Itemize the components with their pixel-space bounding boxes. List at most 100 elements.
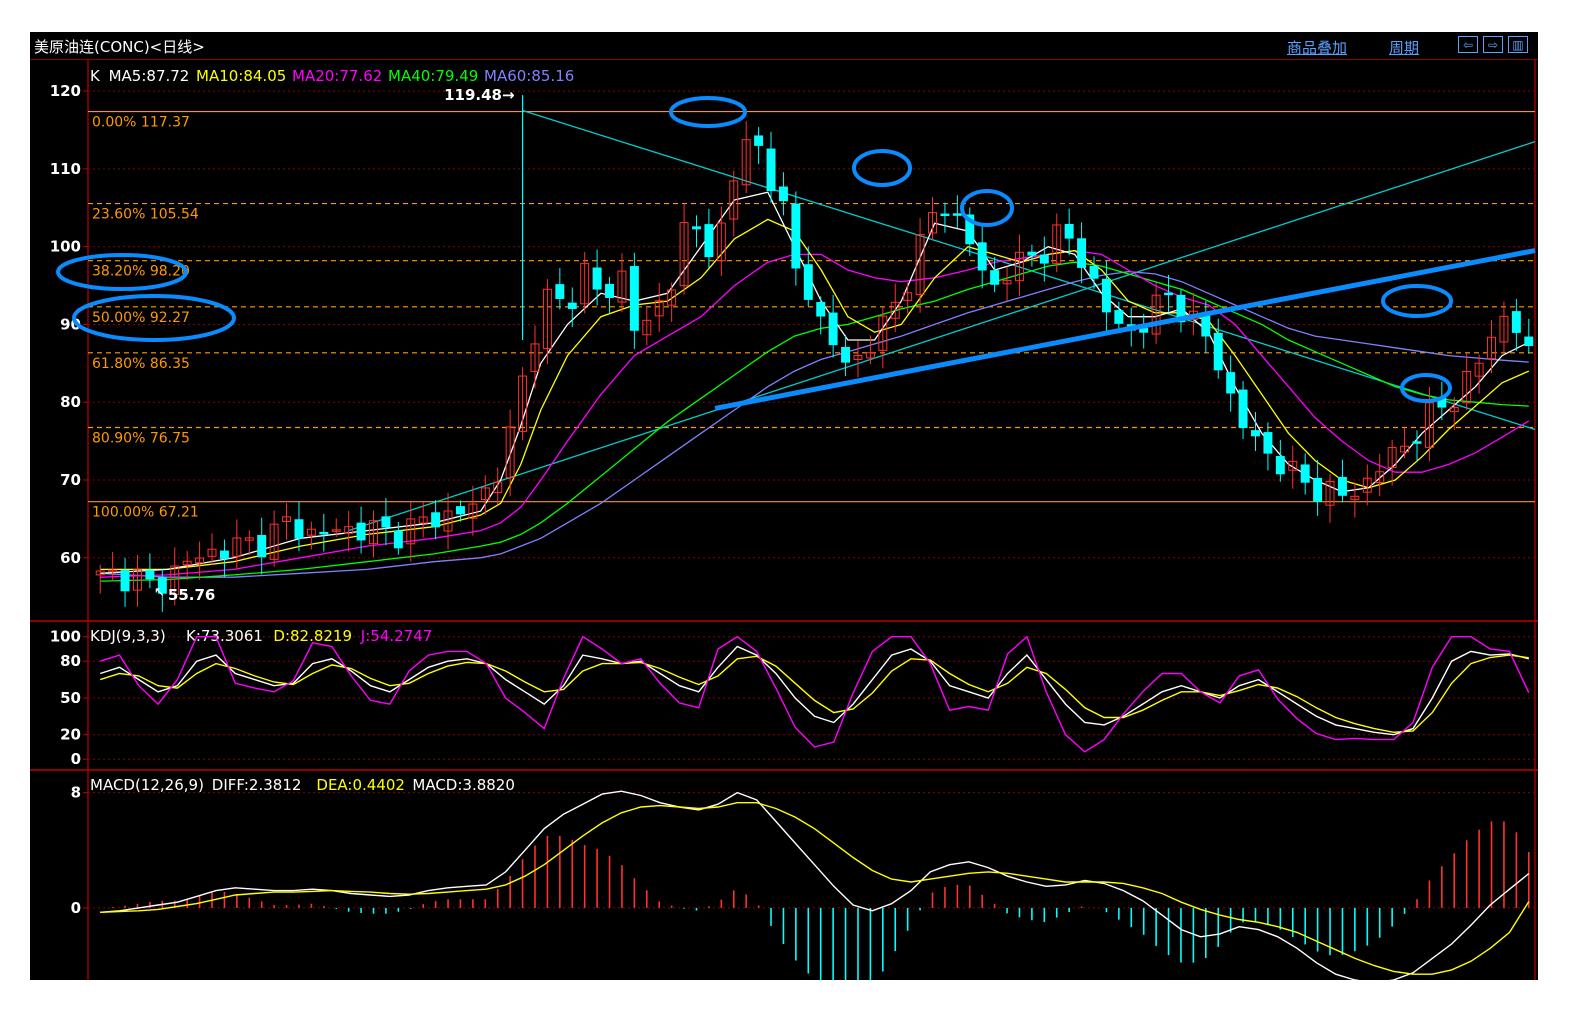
fib-level-label: 0.00% 117.37 <box>92 115 190 131</box>
ellipse-second-peak <box>852 149 912 187</box>
candle-body <box>1089 266 1099 279</box>
candle-body <box>1039 254 1049 264</box>
candle-body <box>1164 292 1174 296</box>
candle-body <box>319 531 329 535</box>
candle-body <box>1251 430 1260 437</box>
price-tick-label: 110 <box>50 160 81 178</box>
price-legend-item: MA20:77.62 <box>292 67 382 85</box>
kdj-tick-label: 20 <box>60 726 81 744</box>
macd-histogram <box>111 821 1530 980</box>
macd-tick-label: 0 <box>71 899 81 917</box>
macd-legend-item: MACD:3.8820 <box>412 776 515 794</box>
annotation-support-line <box>714 248 1536 411</box>
kdj-legend-item: J:54.2747 <box>360 627 433 645</box>
candle-body <box>816 302 826 317</box>
candle-body <box>567 302 577 309</box>
candle-body <box>356 522 366 541</box>
ma60-line <box>100 270 1529 578</box>
candle-body <box>393 530 403 549</box>
fib-level-label: 61.80% 86.35 <box>92 356 190 372</box>
candle-body <box>1027 251 1037 256</box>
macd-legend-item: DEA:0.4402 <box>316 776 405 794</box>
ma40-line <box>100 261 1529 582</box>
fib-level-label: 50.00% 92.27 <box>92 310 190 326</box>
price-tick-label: 100 <box>50 238 81 256</box>
candle-body <box>940 213 950 217</box>
price-legend-item: MA10:84.05 <box>196 67 286 85</box>
candle-body <box>952 213 962 216</box>
candle-body <box>791 203 801 269</box>
macd-diff-line <box>100 790 1530 980</box>
kdj-tick-label: 100 <box>50 628 81 646</box>
candle-body <box>766 148 776 192</box>
candle-body <box>431 512 441 528</box>
macd-legend-item: MACD(12,26,9) <box>90 776 204 794</box>
price-legend-item: K <box>90 67 101 85</box>
kdj-tick-label: 50 <box>60 689 81 707</box>
fib-level-label: 23.60% 105.54 <box>92 207 199 223</box>
kdj-k-line <box>99 645 1529 736</box>
candle-body <box>828 312 838 346</box>
candle-body <box>841 346 851 363</box>
candle-body <box>1313 477 1323 502</box>
candle-body <box>1412 441 1422 444</box>
candle-body <box>1213 332 1223 371</box>
candle-body <box>1077 238 1087 268</box>
price-legend-item: MA40:79.49 <box>388 67 478 85</box>
period-link[interactable]: 周期 <box>1389 37 1419 58</box>
low-price-label: 55.76 <box>168 586 215 604</box>
fib-level-label: 38.20% 98.20 <box>92 264 190 280</box>
candle-body <box>120 570 130 592</box>
trend-lines <box>348 109 1536 532</box>
candle-body <box>1238 389 1248 429</box>
candle-body <box>1263 432 1273 454</box>
kdj-legend-item: KDJ(9,3,3) <box>90 627 166 645</box>
candle-body <box>1275 455 1285 475</box>
arrow-right-icon[interactable]: ⇨ <box>1483 36 1503 53</box>
ellipse-recent-high <box>1381 284 1453 318</box>
ma5-line <box>100 191 1530 574</box>
candle-body <box>257 534 267 558</box>
kdj-tick-label: 0 <box>71 750 81 768</box>
instrument-title: 美原油连(CONC)<日线> <box>34 38 205 56</box>
candle-body <box>592 267 602 290</box>
candle-body <box>778 186 788 202</box>
candle-body <box>692 226 701 230</box>
candle-body <box>803 264 813 300</box>
panel-icon[interactable]: ▥ <box>1508 36 1528 53</box>
price-tick-label: 70 <box>60 471 81 489</box>
candle-body <box>1511 311 1521 333</box>
candle-body <box>629 266 639 331</box>
chart-window: 120 110 100 90 80 70 60 100 80 50 20 0 8 0 0.00% 117.3… <box>30 32 1538 980</box>
candle-body <box>1114 310 1124 324</box>
candle-body <box>1300 464 1310 483</box>
macd-tick-label: 8 <box>71 784 81 802</box>
candle-body <box>219 550 229 559</box>
candle-body <box>1226 372 1236 394</box>
candle-body <box>455 506 465 515</box>
candle-body <box>977 242 987 271</box>
overlay-link[interactable]: 商品叠加 <box>1287 37 1347 58</box>
kdj-d-line <box>99 654 1529 734</box>
candle-body <box>555 284 565 299</box>
candle-body <box>145 570 155 580</box>
arrow-left-icon[interactable]: ⇦ <box>1458 36 1478 53</box>
candle-body <box>1337 476 1347 496</box>
fib-level-label: 100.00% 67.21 <box>92 505 199 521</box>
candle-body <box>294 519 304 539</box>
candle-body <box>1524 336 1534 347</box>
candle-body <box>1139 328 1149 333</box>
ma10-line <box>100 218 1530 571</box>
low-arrow-icon: ↖ <box>154 585 165 600</box>
price-tick-label: 80 <box>60 393 81 411</box>
ma20-line <box>100 249 1530 578</box>
trend-line-up <box>348 141 1536 532</box>
chart-svg: 120110100908070601008050200800.00% 117.3… <box>30 60 1538 980</box>
price-legend-item: MA60:85.16 <box>484 67 574 85</box>
candle-body <box>990 270 1000 285</box>
macd-dea-line <box>100 802 1530 975</box>
fib-level-label: 80.90% 76.75 <box>92 431 190 447</box>
candle-body <box>605 283 615 298</box>
high-price-label: 119.48→ <box>444 86 514 104</box>
candle-body <box>381 516 391 528</box>
